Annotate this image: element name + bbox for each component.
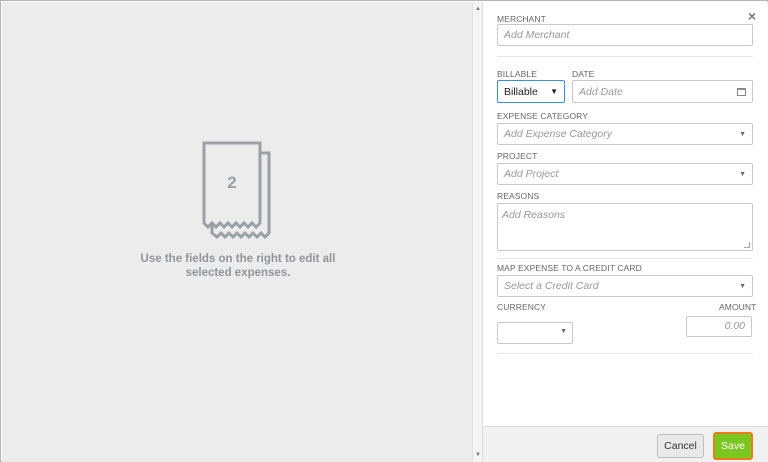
project-label: PROJECT [497, 151, 538, 161]
chevron-down-icon: ▼ [550, 87, 558, 96]
scroll-up-arrow-icon[interactable]: ▲ [473, 4, 483, 14]
project-placeholder: Add Project [504, 168, 559, 180]
currency-label: CURRENCY [497, 302, 546, 312]
vertical-scrollbar[interactable]: ▲ ▼ [472, 2, 483, 462]
calendar-icon[interactable] [737, 87, 746, 96]
divider [497, 353, 753, 354]
project-select[interactable]: Add Project ▼ [497, 163, 753, 185]
form-footer: Cancel Save [483, 426, 768, 462]
chevron-down-icon: ▼ [739, 130, 746, 138]
expense-category-label: EXPENSE CATEGORY [497, 111, 589, 121]
billable-select[interactable]: Billable ▼ [497, 80, 565, 103]
chevron-down-icon: ▼ [739, 282, 746, 290]
reasons-placeholder: Add Reasons [502, 209, 566, 221]
reasons-textarea[interactable]: Add Reasons [497, 203, 753, 251]
date-placeholder: Add Date [579, 85, 623, 98]
preview-message: Use the fields on the right to edit all … [138, 252, 338, 280]
merchant-label: MERCHANT [497, 14, 546, 24]
credit-card-label: MAP EXPENSE TO A CREDIT CARD [497, 263, 642, 273]
amount-input[interactable]: 0.00 [686, 316, 752, 337]
expense-edit-window: 2 Use the fields on the right to edit al… [0, 0, 768, 462]
billable-label: BILLABLE [497, 69, 538, 79]
billable-value: Billable [504, 85, 538, 98]
save-button-label: Save [721, 440, 745, 452]
chevron-down-icon: ▼ [560, 328, 567, 335]
chevron-down-icon: ▼ [739, 170, 746, 178]
divider [497, 56, 753, 57]
preview-message-line2: selected expenses. [185, 267, 291, 279]
preview-message-line1: Use the fields on the right to edit all [140, 253, 336, 265]
divider [497, 258, 753, 259]
scroll-down-arrow-icon[interactable]: ▼ [473, 450, 483, 460]
currency-select[interactable]: ▼ [497, 322, 573, 344]
cancel-button[interactable]: Cancel [657, 434, 704, 458]
expense-category-select[interactable]: Add Expense Category ▼ [497, 123, 753, 145]
save-button[interactable]: Save [713, 432, 753, 460]
preview-area: 2 Use the fields on the right to edit al… [2, 2, 472, 462]
date-label: DATE [572, 69, 595, 79]
receipt-stack-icon: 2 [202, 141, 272, 243]
merchant-input[interactable]: Add Merchant [497, 24, 753, 46]
expense-category-placeholder: Add Expense Category [504, 128, 612, 140]
edit-form-panel: × MERCHANT Add Merchant BILLABLE Billabl… [483, 2, 768, 462]
credit-card-select[interactable]: Select a Credit Card ▼ [497, 275, 753, 297]
credit-card-placeholder: Select a Credit Card [504, 280, 599, 292]
reasons-label: REASONS [497, 191, 540, 201]
selected-count: 2 [227, 173, 237, 192]
date-input[interactable]: Add Date [572, 80, 753, 103]
amount-label: AMOUNT [719, 302, 757, 312]
close-icon[interactable]: × [748, 8, 756, 24]
resize-handle-icon[interactable] [744, 242, 750, 248]
merchant-placeholder: Add Merchant [504, 29, 570, 41]
